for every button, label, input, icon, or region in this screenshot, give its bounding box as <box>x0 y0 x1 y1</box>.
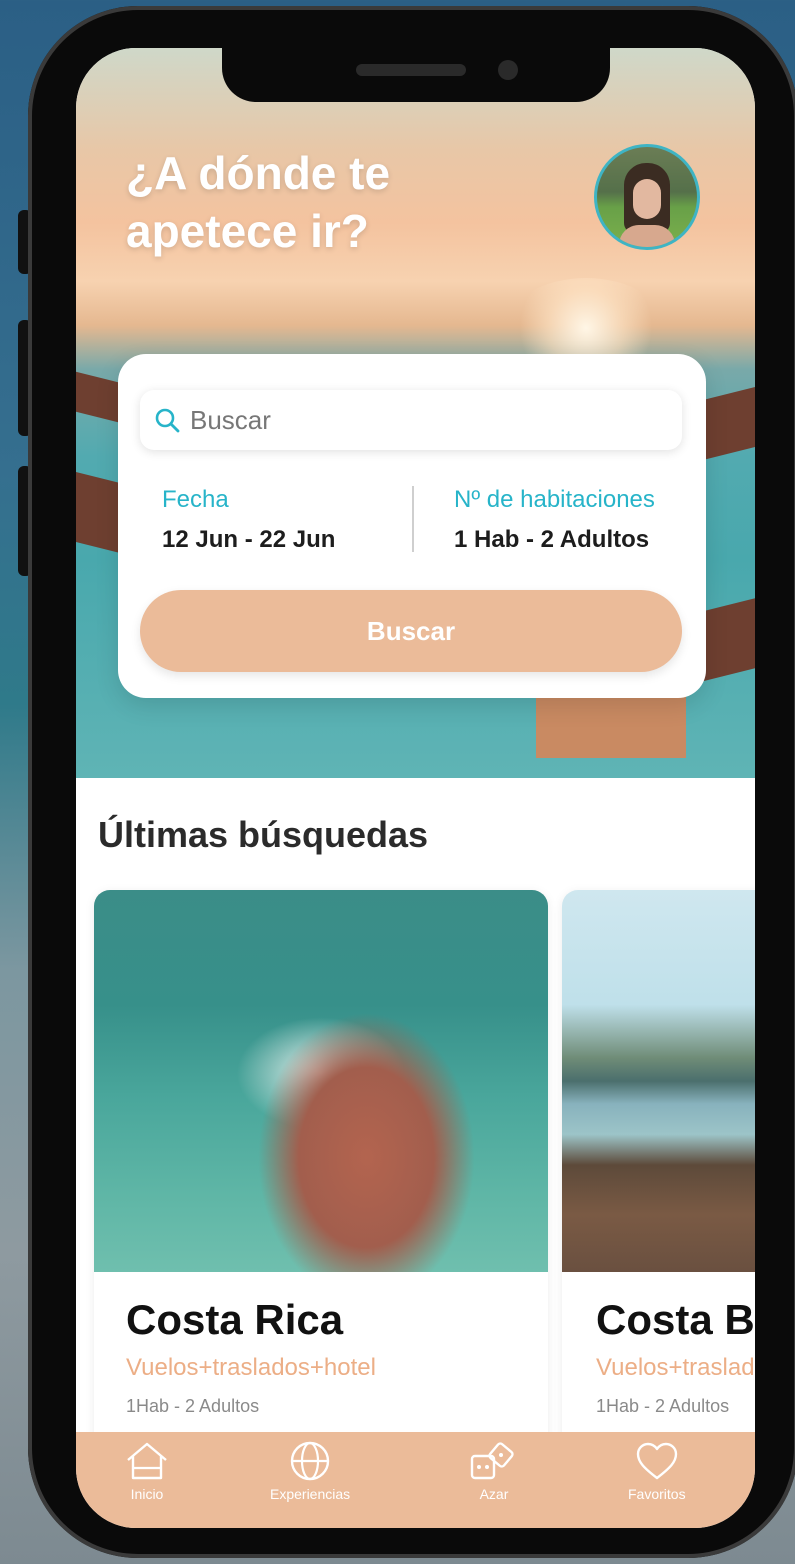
avatar-body <box>619 225 675 247</box>
destination-guests: 1Hab - 2 Adultos <box>126 1396 260 1416</box>
search-button[interactable]: Buscar <box>140 590 682 672</box>
tab-azar[interactable]: Azar <box>468 1440 520 1502</box>
tab-inicio-label: Inicio <box>130 1486 164 1502</box>
destination-name: Costa Brava <box>596 1296 755 1343</box>
search-input[interactable] <box>188 403 652 437</box>
tab-experiencias[interactable]: Experiencias <box>270 1440 350 1502</box>
rooms-value[interactable]: 1 Hab - 2 Adultos <box>454 526 649 554</box>
tab-favoritos[interactable]: Favoritos <box>628 1440 686 1502</box>
avatar[interactable] <box>594 144 700 250</box>
recent-searches-title: Últimas búsquedas <box>98 814 429 855</box>
destination-guests: 1Hab - 2 Adultos <box>596 1396 730 1416</box>
home-icon <box>127 1442 167 1480</box>
search-icon <box>155 408 180 433</box>
heart-icon <box>636 1442 677 1480</box>
tab-favoritos-label: Favoritos <box>628 1486 686 1502</box>
card-divider <box>412 486 414 552</box>
destination-package: Vuelos+traslados+hotel <box>126 1354 376 1381</box>
search-bar[interactable] <box>140 390 682 450</box>
destination-name: Costa Rica <box>126 1296 344 1343</box>
dice-icon <box>470 1442 514 1480</box>
destination-photo <box>94 890 548 1272</box>
page-title: ¿A dónde te apetece ir? <box>126 144 506 260</box>
bottom-tab-bar: Inicio Experiencias Azar Favoritos <box>76 1432 755 1528</box>
page-title-line-1: ¿A dónde te <box>126 147 391 199</box>
page-title-line-2: apetece ir? <box>126 205 369 257</box>
app-screen: ¿A dónde te apetece ir? Fecha 12 Jun - 2… <box>76 48 755 1528</box>
phone-speaker <box>356 64 466 76</box>
globe-icon <box>290 1441 330 1481</box>
tab-inicio[interactable]: Inicio <box>124 1440 170 1502</box>
search-card: Fecha 12 Jun - 22 Jun Nº de habitaciones… <box>118 354 706 698</box>
destination-card[interactable]: Costa Brava Vuelos+traslados+hotel 1Hab … <box>562 890 755 1450</box>
destination-package: Vuelos+traslados+hotel <box>596 1354 755 1381</box>
date-value[interactable]: 12 Jun - 22 Jun <box>162 526 335 554</box>
tab-azar-label: Azar <box>479 1486 509 1502</box>
destination-card[interactable]: Costa Rica Vuelos+traslados+hotel 1Hab -… <box>94 890 548 1450</box>
phone-camera <box>498 60 518 80</box>
avatar-face <box>633 179 661 219</box>
tab-experiencias-label: Experiencias <box>270 1486 351 1502</box>
date-label: Fecha <box>162 486 229 513</box>
rooms-label: Nº de habitaciones <box>454 486 655 513</box>
destination-photo <box>562 890 755 1272</box>
